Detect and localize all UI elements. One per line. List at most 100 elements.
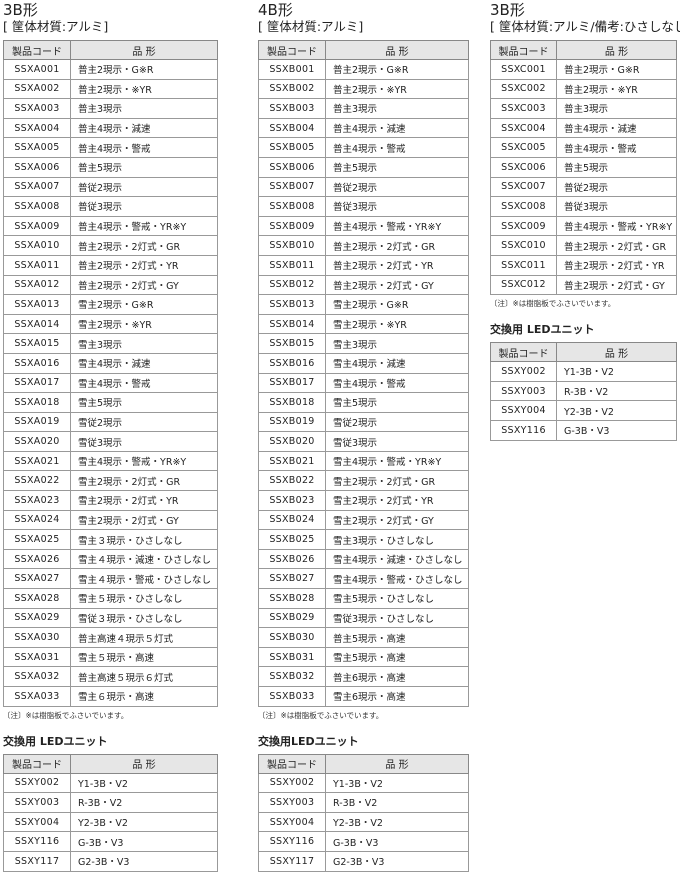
product-name-cell: 雪主2現示・※YR <box>70 313 218 335</box>
table-row: SSXB005 普主4現示・警戒 <box>258 137 469 158</box>
product-name-cell: 雪主2現示・2灯式・GY <box>70 509 218 531</box>
product-code-cell: SSXB033 <box>258 686 326 707</box>
product-name-cell: 雪主4現示・警戒・YR※Y <box>70 450 218 472</box>
table-row: SSXC006 普主5現示 <box>490 156 677 178</box>
table-row: SSXB028 雪主5現示・ひさしなし <box>258 588 469 609</box>
product-name-cell: 雪従2現示 <box>70 411 218 433</box>
product-name-cell: 普主4現示・減速 <box>325 117 469 139</box>
product-code-cell: SSXC002 <box>490 78 557 100</box>
product-name-cell: 雪主6現示・高速 <box>325 686 469 707</box>
table-row: SSXY003 R-3B・V2 <box>3 792 218 813</box>
product-name-cell: 雪主2現示・2灯式・YR <box>70 490 218 511</box>
product-code-cell: SSXY116 <box>258 831 326 852</box>
product-name-cell: 普主4現示・警戒 <box>70 137 218 158</box>
product-name-cell: Y1-3B・V2 <box>556 361 677 382</box>
product-code-cell: SSXA013 <box>3 294 71 315</box>
product-name-cell: 普主4現示・警戒・YR※Y <box>325 215 469 237</box>
product-table: 製品コード品 形 SSXA001 普主2現示・G※R SSXA002 普主2現示・※YR… <box>3 40 218 707</box>
product-code-cell: SSXC010 <box>490 235 557 256</box>
table-row: SSXB008 普従3現示 <box>258 196 469 217</box>
table-row: SSXB011 普主2現示・2灯式・YR <box>258 254 469 276</box>
product-name-cell: 普主6現示・高速 <box>325 666 469 687</box>
led-unit-table: 製品コード品 形 SSXY002 Y1-3B・V2 SSXY003 R-3B・V2 SSX… <box>3 753 218 872</box>
section-title: 4B形 <box>258 1 293 19</box>
table-row: SSXA014 雪主2現示・※YR <box>3 313 218 335</box>
product-code-cell: SSXA020 <box>3 431 71 452</box>
table-row: SSXY002 Y1-3B・V2 <box>258 772 469 794</box>
product-code-cell: SSXB014 <box>258 313 326 335</box>
product-code-cell: SSXB019 <box>258 411 326 433</box>
table-row: SSXB007 普従2現示 <box>258 176 469 198</box>
product-code-cell: SSXB028 <box>258 588 326 609</box>
product-name-cell: R-3B・V2 <box>556 380 677 402</box>
table-row: SSXB015 雪主3現示 <box>258 333 469 354</box>
product-name-cell: 普主5現示 <box>556 156 677 178</box>
section-title: 3B形 <box>3 1 38 19</box>
product-code-cell: SSXA028 <box>3 588 71 609</box>
table-row: SSXB023 雪主2現示・2灯式・YR <box>258 490 469 511</box>
table-row: SSXB012 普主2現示・2灯式・GY <box>258 274 469 296</box>
section-title: 3B形 <box>490 1 525 19</box>
product-code-cell: SSXY003 <box>3 792 71 813</box>
product-code-cell: SSXY002 <box>490 361 557 382</box>
table-row: SSXY116 G-3B・V3 <box>3 831 218 852</box>
table-row: SSXY004 Y2-3B・V2 <box>490 400 677 421</box>
product-code-cell: SSXA032 <box>3 666 71 687</box>
product-code-cell: SSXY004 <box>258 811 326 833</box>
table-row: SSXB013 雪主2現示・G※R <box>258 294 469 315</box>
product-code-cell: SSXB021 <box>258 450 326 472</box>
table-row: SSXB027 雪主4現示・警戒・ひさしなし <box>258 568 469 590</box>
product-name-cell: 普主2現示・2灯式・GR <box>556 235 677 256</box>
section-3b-a: 3B形[ 筐体材質:アルミ] 製品コード品 形 SSXA001 普主2現示・G※R SS… <box>3 0 218 872</box>
product-code-cell: SSXC004 <box>490 117 557 139</box>
product-name-cell: 普従3現示 <box>556 196 677 217</box>
table-row: SSXA009 普主4現示・警戒・YR※Y <box>3 215 218 237</box>
product-code-cell: SSXA001 <box>3 59 71 80</box>
table-row: SSXC008 普従3現示 <box>490 196 677 217</box>
product-code-cell: SSXB024 <box>258 509 326 531</box>
product-name-cell: 雪主４現示・減速・ひさしなし <box>70 548 218 570</box>
table-row: SSXB016 雪主4現示・減速 <box>258 352 469 374</box>
product-code-cell: SSXA021 <box>3 450 71 472</box>
header-product-code: 製品コード <box>3 753 71 774</box>
product-name-cell: 普主2現示・G※R <box>325 59 469 80</box>
led-unit-title: 交換用 LEDユニット <box>3 734 108 748</box>
table-row: SSXY004 Y2-3B・V2 <box>3 811 218 833</box>
table-row: SSXY116 G-3B・V3 <box>490 419 677 441</box>
product-name-cell: 普主2現示・2灯式・YR <box>325 254 469 276</box>
product-name-cell: 雪従2現示 <box>325 411 469 433</box>
header-row: 製品コード品 形 <box>3 40 218 60</box>
led-unit-title: 交換用LEDユニット <box>258 734 359 748</box>
table-row: SSXC002 普主2現示・※YR <box>490 78 677 100</box>
table-row: SSXC010 普主2現示・2灯式・GR <box>490 235 677 256</box>
table-row: SSXB030 普主5現示・高速 <box>258 627 469 648</box>
table-row: SSXA026 雪主４現示・減速・ひさしなし <box>3 548 218 570</box>
product-name-cell: 雪主4現示・警戒 <box>325 372 469 394</box>
product-name-cell: G2-3B・V3 <box>70 850 218 872</box>
product-code-cell: SSXY117 <box>258 850 326 872</box>
product-name-cell: G-3B・V3 <box>325 831 469 852</box>
table-row: SSXB018 雪主5現示 <box>258 392 469 413</box>
product-code-cell: SSXC012 <box>490 274 557 296</box>
table-row: SSXB025 雪主3現示・ひさしなし <box>258 529 469 550</box>
product-code-cell: SSXA016 <box>3 352 71 374</box>
product-name-cell: 雪主4現示・警戒・ひさしなし <box>325 568 469 590</box>
product-code-cell: SSXB002 <box>258 78 326 100</box>
table-row: SSXB019 雪従2現示 <box>258 411 469 433</box>
section-3b-c: 3B形[ 筐体材質:アルミ/備考:ひさしなし] 製品コード品 形 SSXC001 普主… <box>490 0 680 441</box>
table-row: SSXA018 雪主5現示 <box>3 392 218 413</box>
table-row: SSXA028 雪主５現示・ひさしなし <box>3 588 218 609</box>
table-row: SSXA007 普従2現示 <box>3 176 218 198</box>
product-name-cell: 普主3現示 <box>556 98 677 119</box>
product-name-cell: 普従3現示 <box>325 196 469 217</box>
product-name-cell: 雪主2現示・2灯式・GR <box>325 470 469 492</box>
section-subtitle: [ 筐体材質:アルミ] <box>258 19 364 34</box>
section-4b-b: 4B形[ 筐体材質:アルミ] 製品コード品 形 SSXB001 普主2現示・G※R SS… <box>258 0 469 872</box>
section-subtitle: [ 筐体材質:アルミ] <box>3 19 109 34</box>
product-name-cell: Y1-3B・V2 <box>70 772 218 794</box>
product-name-cell: 普主高速５現示６灯式 <box>70 666 218 687</box>
table-row: SSXA032 普主高速５現示６灯式 <box>3 666 218 687</box>
product-code-cell: SSXA002 <box>3 78 71 100</box>
table-row: SSXA010 普主2現示・2灯式・GR <box>3 235 218 256</box>
product-code-cell: SSXB016 <box>258 352 326 374</box>
